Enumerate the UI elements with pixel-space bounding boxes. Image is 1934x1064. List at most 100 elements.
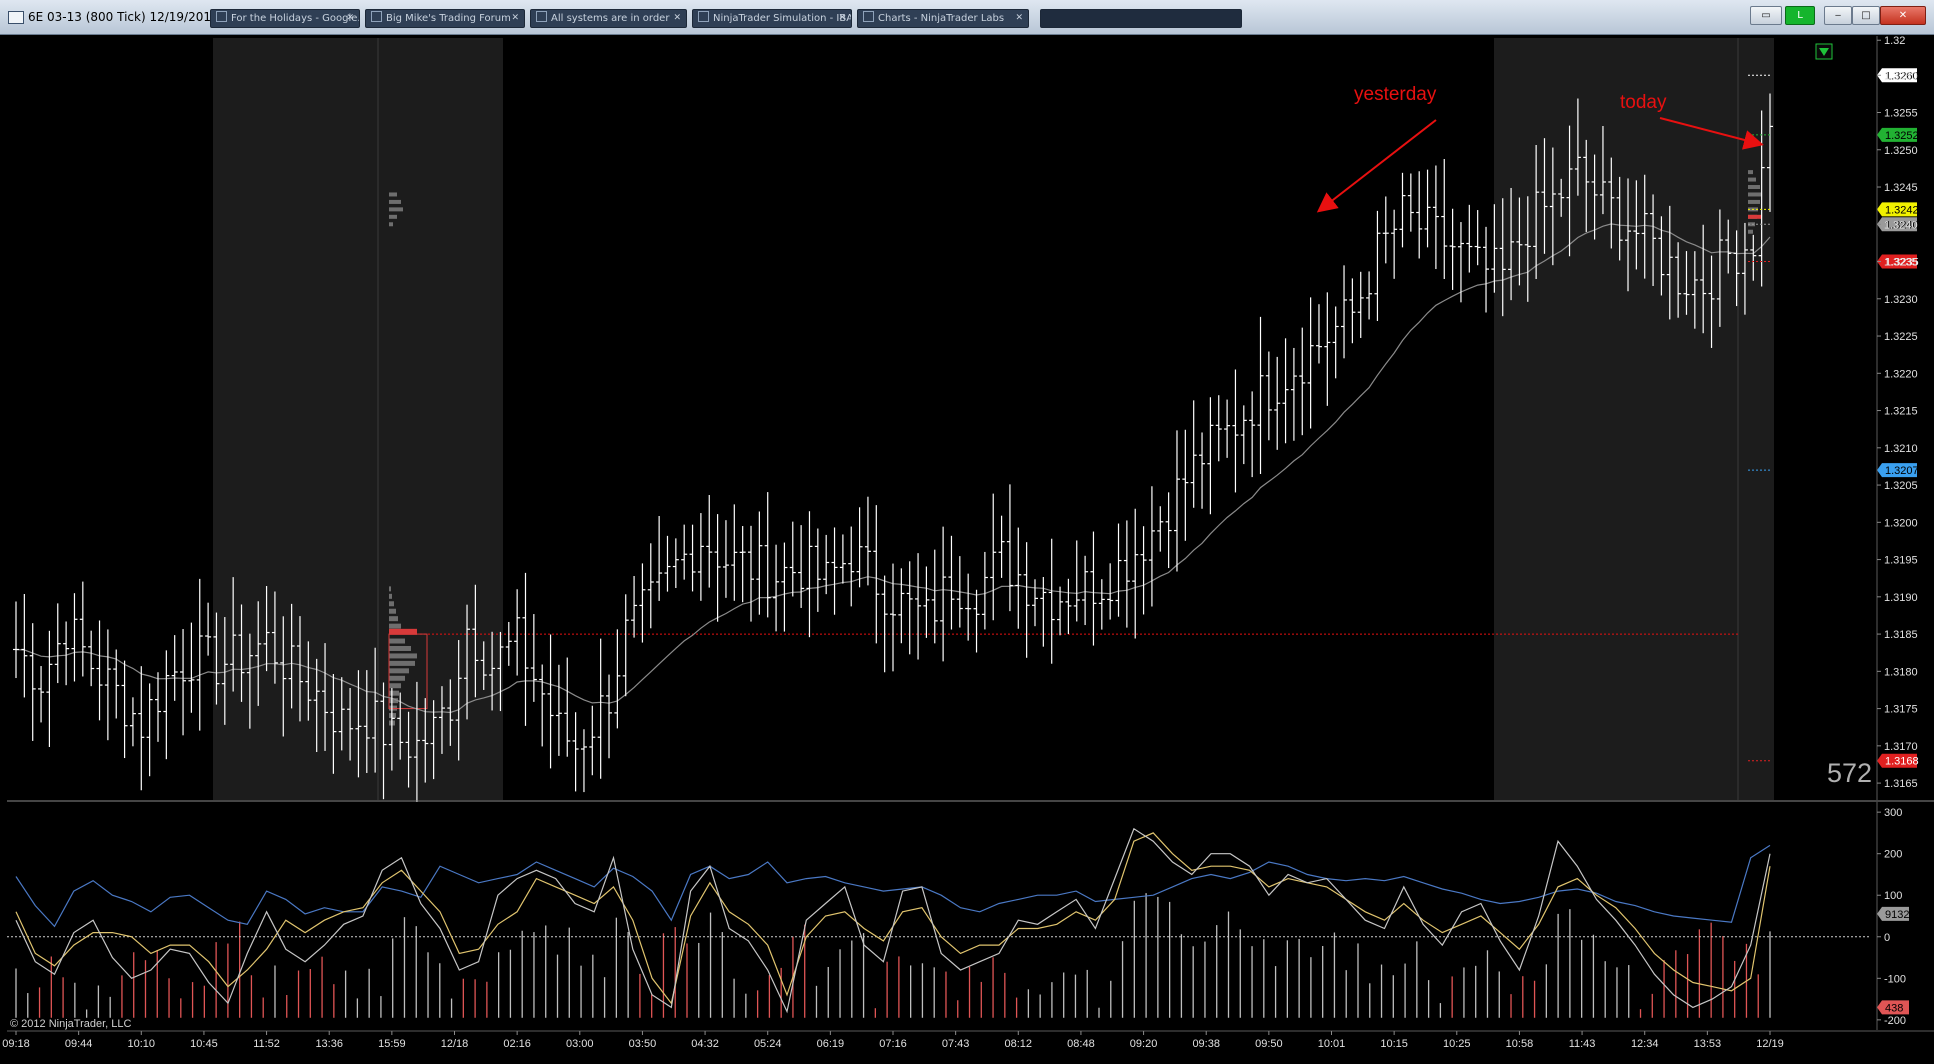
price-tick-label: 1.3215 — [1884, 406, 1918, 418]
browser-icon — [216, 11, 227, 22]
profile-bar — [1748, 170, 1753, 175]
time-tick-label: 09:44 — [65, 1038, 93, 1050]
profile-bar — [389, 586, 391, 592]
profile-bar — [389, 690, 399, 696]
price-panel[interactable]: 1.32601.32521.32421.32401.32351.32071.31… — [7, 35, 1934, 809]
oscillator-marker-label: 438 — [1885, 1002, 1903, 1014]
time-tick-label: 08:48 — [1067, 1038, 1095, 1050]
browser-icon — [371, 11, 382, 22]
time-tick-label: 09:50 — [1255, 1038, 1283, 1050]
annotation-today: today — [1620, 92, 1667, 113]
annotation-yesterday: yesterday — [1354, 84, 1437, 105]
taskbar-tab[interactable] — [1040, 9, 1242, 28]
monitor-icon[interactable]: ▭ — [1750, 6, 1782, 25]
price-tick-label: 1.3230 — [1884, 294, 1918, 306]
taskbar-tab-label: For the Holidays - Google... — [231, 13, 360, 24]
window-title: 6E 03-13 (800 Tick) 12/19/2012 — [28, 10, 219, 24]
price-tick-label: 1.3195 — [1884, 555, 1918, 567]
price-tick-label: 1.3240 — [1884, 219, 1918, 231]
connection-status-button[interactable]: L — [1785, 6, 1815, 25]
price-tick-label: 1.32 — [1884, 35, 1905, 47]
oscillator-tick-label: -100 — [1884, 973, 1906, 985]
time-tick-label: 03:50 — [629, 1038, 657, 1050]
profile-bar — [389, 222, 393, 227]
taskbar-tab[interactable]: Big Mike's Trading Forum ✕ — [365, 9, 525, 28]
close-icon[interactable]: ✕ — [346, 10, 354, 27]
time-tick-label: 10:15 — [1380, 1038, 1408, 1050]
price-marker-label: 1.3207 — [1885, 465, 1919, 477]
taskbar-tab-label: Big Mike's Trading Forum — [386, 13, 511, 24]
taskbar-tab-label: NinjaTrader Simulation - IBA — [713, 13, 852, 24]
profile-bar — [389, 601, 394, 607]
time-tick-label: 13:53 — [1694, 1038, 1722, 1050]
chart-canvas[interactable]: 1.32601.32521.32421.32401.32351.32071.31… — [0, 34, 1934, 1064]
price-tick-label: 1.3205 — [1884, 480, 1918, 492]
minimize-button[interactable]: ‒ — [1824, 6, 1852, 25]
price-tick-label: 1.3165 — [1884, 778, 1918, 790]
price-tick-label: 1.3210 — [1884, 443, 1918, 455]
taskbar-tab[interactable]: All systems are in order ✕ — [530, 9, 687, 28]
price-tick-label: 1.3225 — [1884, 331, 1918, 343]
price-tick-label: 1.3260 — [1884, 70, 1918, 82]
close-icon[interactable]: ✕ — [511, 10, 519, 27]
price-tick-label: 1.3200 — [1884, 517, 1918, 529]
profile-bar — [389, 214, 397, 219]
close-icon[interactable]: ✕ — [673, 10, 681, 27]
price-tick-label: 1.3220 — [1884, 368, 1918, 380]
close-button[interactable]: ✕ — [1880, 6, 1926, 25]
price-tick-label: 1.3245 — [1884, 182, 1918, 194]
price-tick-label: 1.3180 — [1884, 666, 1918, 678]
close-icon[interactable]: ✕ — [838, 10, 846, 27]
time-tick-label: 05:24 — [754, 1038, 782, 1050]
taskbar-tabs: For the Holidays - Google... ✕ Big Mike's… — [210, 9, 1242, 28]
maximize-button[interactable]: □ — [1852, 6, 1880, 25]
time-tick-label: 09:20 — [1130, 1038, 1158, 1050]
time-tick-label: 07:43 — [942, 1038, 970, 1050]
profile-bar — [1748, 192, 1762, 197]
taskbar-tab[interactable]: For the Holidays - Google... ✕ — [210, 9, 360, 28]
profile-bar — [389, 608, 396, 614]
time-tick-label: 10:25 — [1443, 1038, 1471, 1050]
profile-bar — [389, 675, 405, 681]
price-tick-label: 1.3185 — [1884, 629, 1918, 641]
profile-bar — [389, 207, 403, 212]
oscillator-tick-label: 200 — [1884, 849, 1902, 861]
price-marker-label: 1.3242 — [1885, 204, 1919, 216]
price-tick-label: 1.3175 — [1884, 704, 1918, 716]
bar-counter: 572 — [1827, 758, 1872, 788]
time-tick-label: 10:45 — [190, 1038, 218, 1050]
time-tick-label: 06:19 — [817, 1038, 845, 1050]
time-tick-label: 10:10 — [128, 1038, 156, 1050]
profile-bar — [389, 638, 405, 644]
oscillator-tick-label: 0 — [1884, 932, 1890, 944]
profile-poc-bar — [1748, 214, 1762, 219]
profile-bar — [1748, 185, 1760, 190]
price-tick-label: 1.3250 — [1884, 145, 1918, 157]
taskbar-tab[interactable]: NinjaTrader Simulation - IBA ✕ — [692, 9, 852, 28]
price-marker-label: 1.3168 — [1885, 756, 1919, 768]
oscillator-tick-label: 300 — [1884, 807, 1902, 819]
profile-bar — [389, 645, 411, 651]
price-marker-label: 1.3252 — [1885, 130, 1919, 142]
title-bar[interactable]: 6E 03-13 (800 Tick) 12/19/2012 For the H… — [0, 0, 1934, 35]
taskbar-tab-label: All systems are in order — [551, 13, 670, 24]
time-tick-label: 03:00 — [566, 1038, 594, 1050]
time-tick-label: 12:34 — [1631, 1038, 1659, 1050]
profile-bar — [389, 653, 417, 659]
oscillator-axis: 300 200 100 0 -100 -200 9132 438 — [1876, 802, 1909, 1030]
time-tick-label: 11:43 — [1569, 1038, 1596, 1050]
browser-icon — [536, 11, 547, 22]
oscillator-tick-label: 100 — [1884, 890, 1902, 902]
time-tick-label: 09:18 — [2, 1038, 30, 1050]
close-icon[interactable]: ✕ — [1015, 10, 1023, 27]
profile-bar — [1748, 177, 1756, 182]
oscillator-panel[interactable]: 300 200 100 0 -100 -200 9132 438 © 2012 NinjaTr… — [7, 802, 1909, 1030]
browser-icon — [698, 11, 709, 22]
taskbar-tab[interactable]: Charts - NinjaTrader Labs ✕ — [857, 9, 1029, 28]
taskbar-tab-label: Charts - NinjaTrader Labs — [878, 13, 1005, 24]
time-tick-label: 10:01 — [1318, 1038, 1346, 1050]
price-tick-label: 1.3190 — [1884, 592, 1918, 604]
time-tick-label: 13:36 — [315, 1038, 343, 1050]
profile-bar — [389, 623, 401, 629]
browser-icon — [863, 11, 874, 22]
